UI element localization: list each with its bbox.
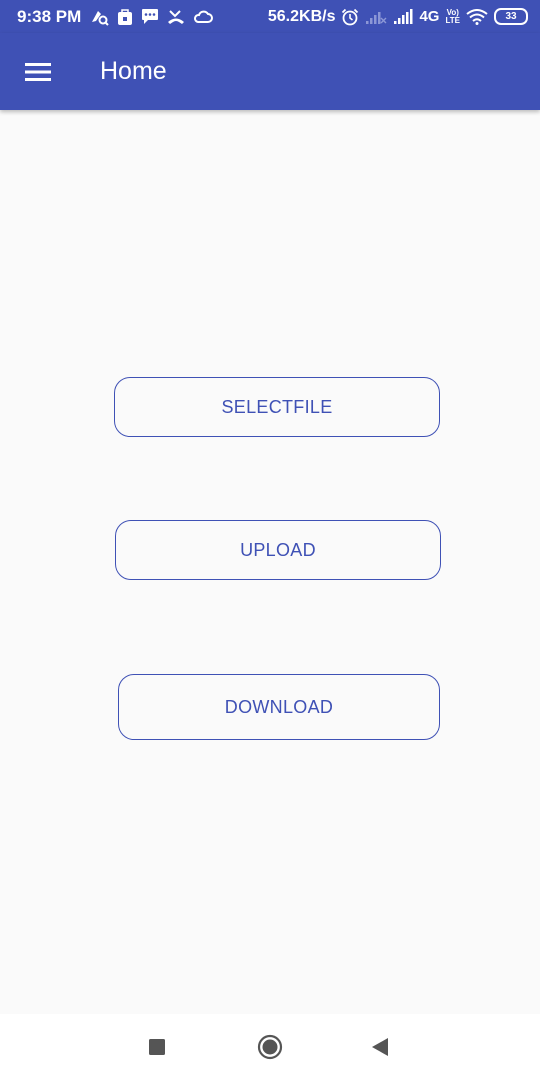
battery-level: 33 [505, 11, 517, 22]
back-button[interactable] [350, 1014, 410, 1080]
home-button[interactable] [240, 1014, 300, 1080]
notification-icon [89, 8, 109, 26]
cloud-icon [193, 9, 214, 25]
signal-weak-icon [365, 9, 387, 25]
network-type: 4G [419, 8, 440, 25]
navigation-bar [0, 1014, 540, 1080]
app-bar: Home [0, 33, 540, 110]
back-triangle-icon[interactable] [371, 1037, 389, 1057]
page-title: Home [100, 57, 167, 85]
missed-call-icon [167, 9, 185, 25]
upload-button[interactable]: UPLOAD [115, 520, 441, 580]
net-speed: 56.2KB/s [267, 7, 336, 25]
battery-icon: 33 [494, 8, 528, 25]
status-bar: 9:38 PM 56.2KB/s 4G Vo) LTE 33 [0, 0, 540, 33]
recents-button[interactable] [127, 1014, 187, 1080]
status-left: 9:38 PM [17, 6, 214, 27]
select-file-button[interactable]: SELECTFILE [114, 377, 440, 437]
bag-icon [117, 8, 133, 26]
status-time: 9:38 PM [17, 6, 82, 26]
menu-button[interactable] [16, 52, 60, 92]
volte-icon: Vo) LTE [445, 8, 460, 25]
volte-bottom: LTE [445, 15, 460, 25]
wifi-icon [466, 8, 488, 25]
alarm-icon [341, 8, 359, 26]
hamburger-menu-icon[interactable] [25, 62, 51, 82]
status-right: 56.2KB/s 4G Vo) LTE 33 [268, 8, 528, 26]
signal-icon [393, 8, 413, 25]
screen: 9:38 PM 56.2KB/s 4G Vo) LTE 33 Home SELE… [0, 0, 540, 1080]
home-circle-icon[interactable] [257, 1034, 283, 1060]
download-button[interactable]: DOWNLOAD [118, 674, 440, 740]
message-icon [141, 8, 159, 25]
recents-square-icon[interactable] [148, 1038, 166, 1056]
